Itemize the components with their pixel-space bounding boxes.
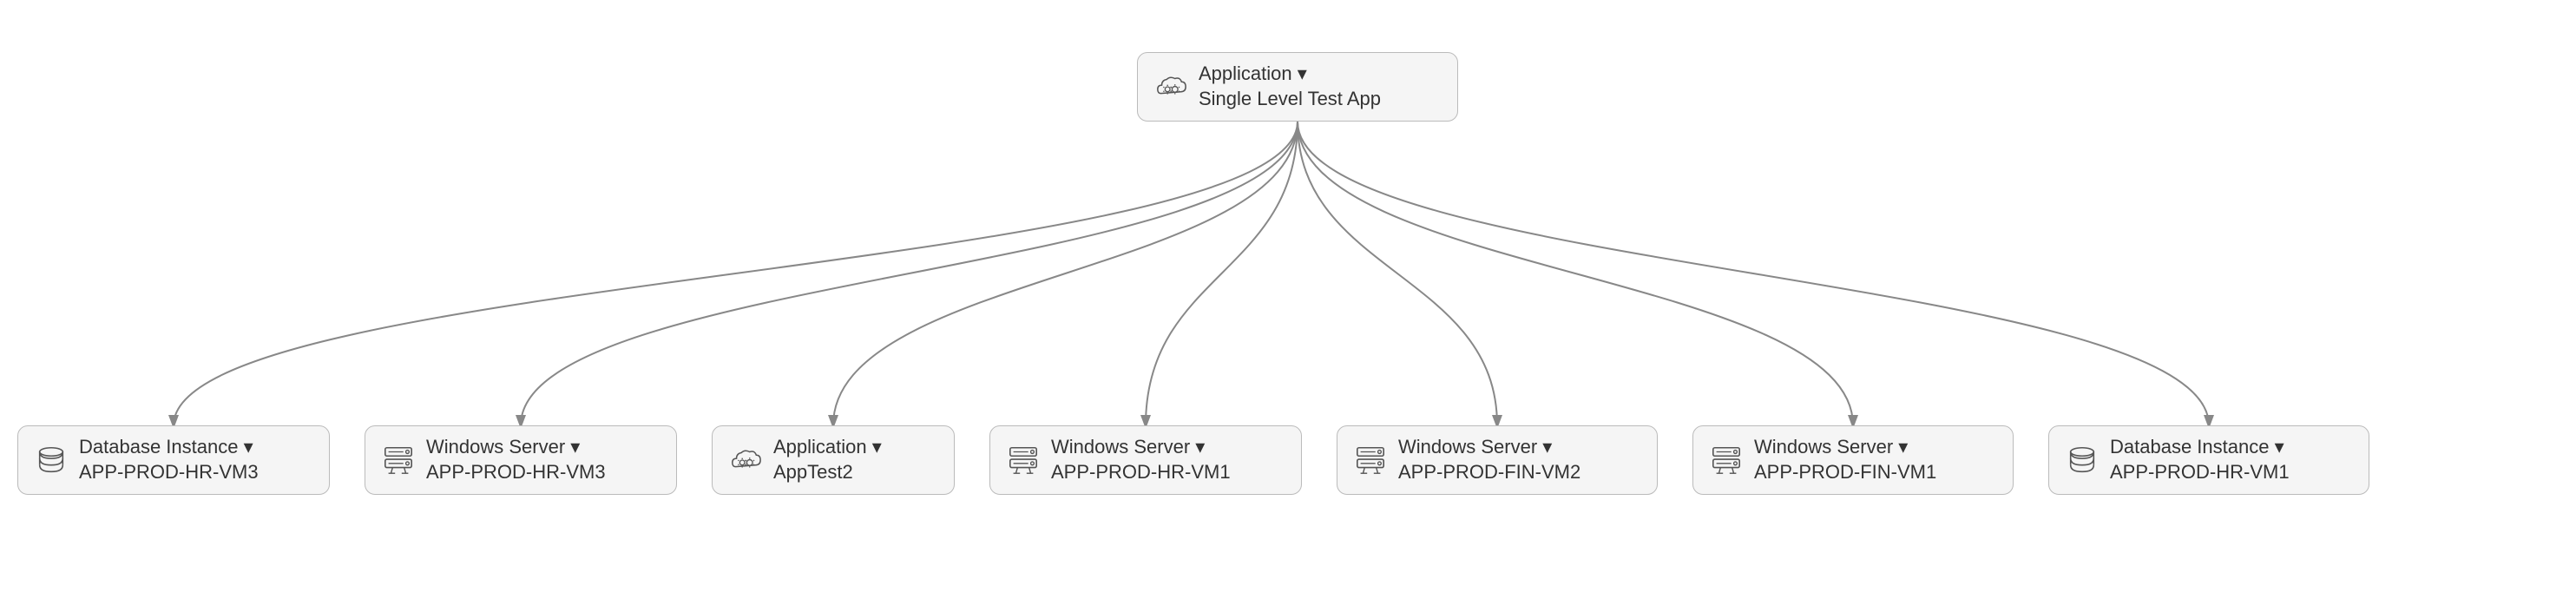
child-child1-text: Database Instance ▾ APP-PROD-HR-VM3 [79, 435, 259, 484]
child-child3-type: Application ▾ [773, 435, 882, 460]
child-child3-text: Application ▾ AppTest2 [773, 435, 882, 484]
child-child3-name: AppTest2 [773, 460, 882, 485]
root-name: Single Level Test App [1199, 87, 1381, 112]
child-node-child5[interactable]: Windows Server ▾ APP-PROD-FIN-VM2 [1337, 425, 1658, 495]
root-node[interactable]: Application ▾ Single Level Test App [1137, 52, 1458, 122]
child-child4-name: APP-PROD-HR-VM1 [1051, 460, 1231, 485]
child-child5-name: APP-PROD-FIN-VM2 [1398, 460, 1580, 485]
child-child4-text: Windows Server ▾ APP-PROD-HR-VM1 [1051, 435, 1231, 484]
server-icon [1004, 441, 1042, 479]
child-node-child3[interactable]: Application ▾ AppTest2 [712, 425, 955, 495]
server-icon [1351, 441, 1390, 479]
child-child7-text: Database Instance ▾ APP-PROD-HR-VM1 [2110, 435, 2290, 484]
child-node-child7[interactable]: Database Instance ▾ APP-PROD-HR-VM1 [2048, 425, 2369, 495]
child-child5-type: Windows Server ▾ [1398, 435, 1580, 460]
database-icon [2063, 441, 2101, 479]
cloud-gear-icon [726, 441, 765, 479]
cloud-gear-icon [1152, 68, 1190, 106]
diagram-container: Application ▾ Single Level Test App Data… [0, 0, 2576, 599]
child-node-child2[interactable]: Windows Server ▾ APP-PROD-HR-VM3 [365, 425, 677, 495]
server-icon [379, 441, 417, 479]
root-node-text: Application ▾ Single Level Test App [1199, 62, 1381, 111]
child-child7-type: Database Instance ▾ [2110, 435, 2290, 460]
child-child7-name: APP-PROD-HR-VM1 [2110, 460, 2290, 485]
child-child6-name: APP-PROD-FIN-VM1 [1754, 460, 1936, 485]
child-child4-type: Windows Server ▾ [1051, 435, 1231, 460]
child-child2-type: Windows Server ▾ [426, 435, 606, 460]
database-icon [32, 441, 70, 479]
child-child1-type: Database Instance ▾ [79, 435, 259, 460]
server-icon [1707, 441, 1745, 479]
child-child2-text: Windows Server ▾ APP-PROD-HR-VM3 [426, 435, 606, 484]
child-child6-text: Windows Server ▾ APP-PROD-FIN-VM1 [1754, 435, 1936, 484]
child-child6-type: Windows Server ▾ [1754, 435, 1936, 460]
child-child5-text: Windows Server ▾ APP-PROD-FIN-VM2 [1398, 435, 1580, 484]
child-child1-name: APP-PROD-HR-VM3 [79, 460, 259, 485]
root-type: Application ▾ [1199, 62, 1381, 87]
child-child2-name: APP-PROD-HR-VM3 [426, 460, 606, 485]
child-node-child4[interactable]: Windows Server ▾ APP-PROD-HR-VM1 [989, 425, 1302, 495]
child-node-child1[interactable]: Database Instance ▾ APP-PROD-HR-VM3 [17, 425, 330, 495]
child-node-child6[interactable]: Windows Server ▾ APP-PROD-FIN-VM1 [1692, 425, 2014, 495]
